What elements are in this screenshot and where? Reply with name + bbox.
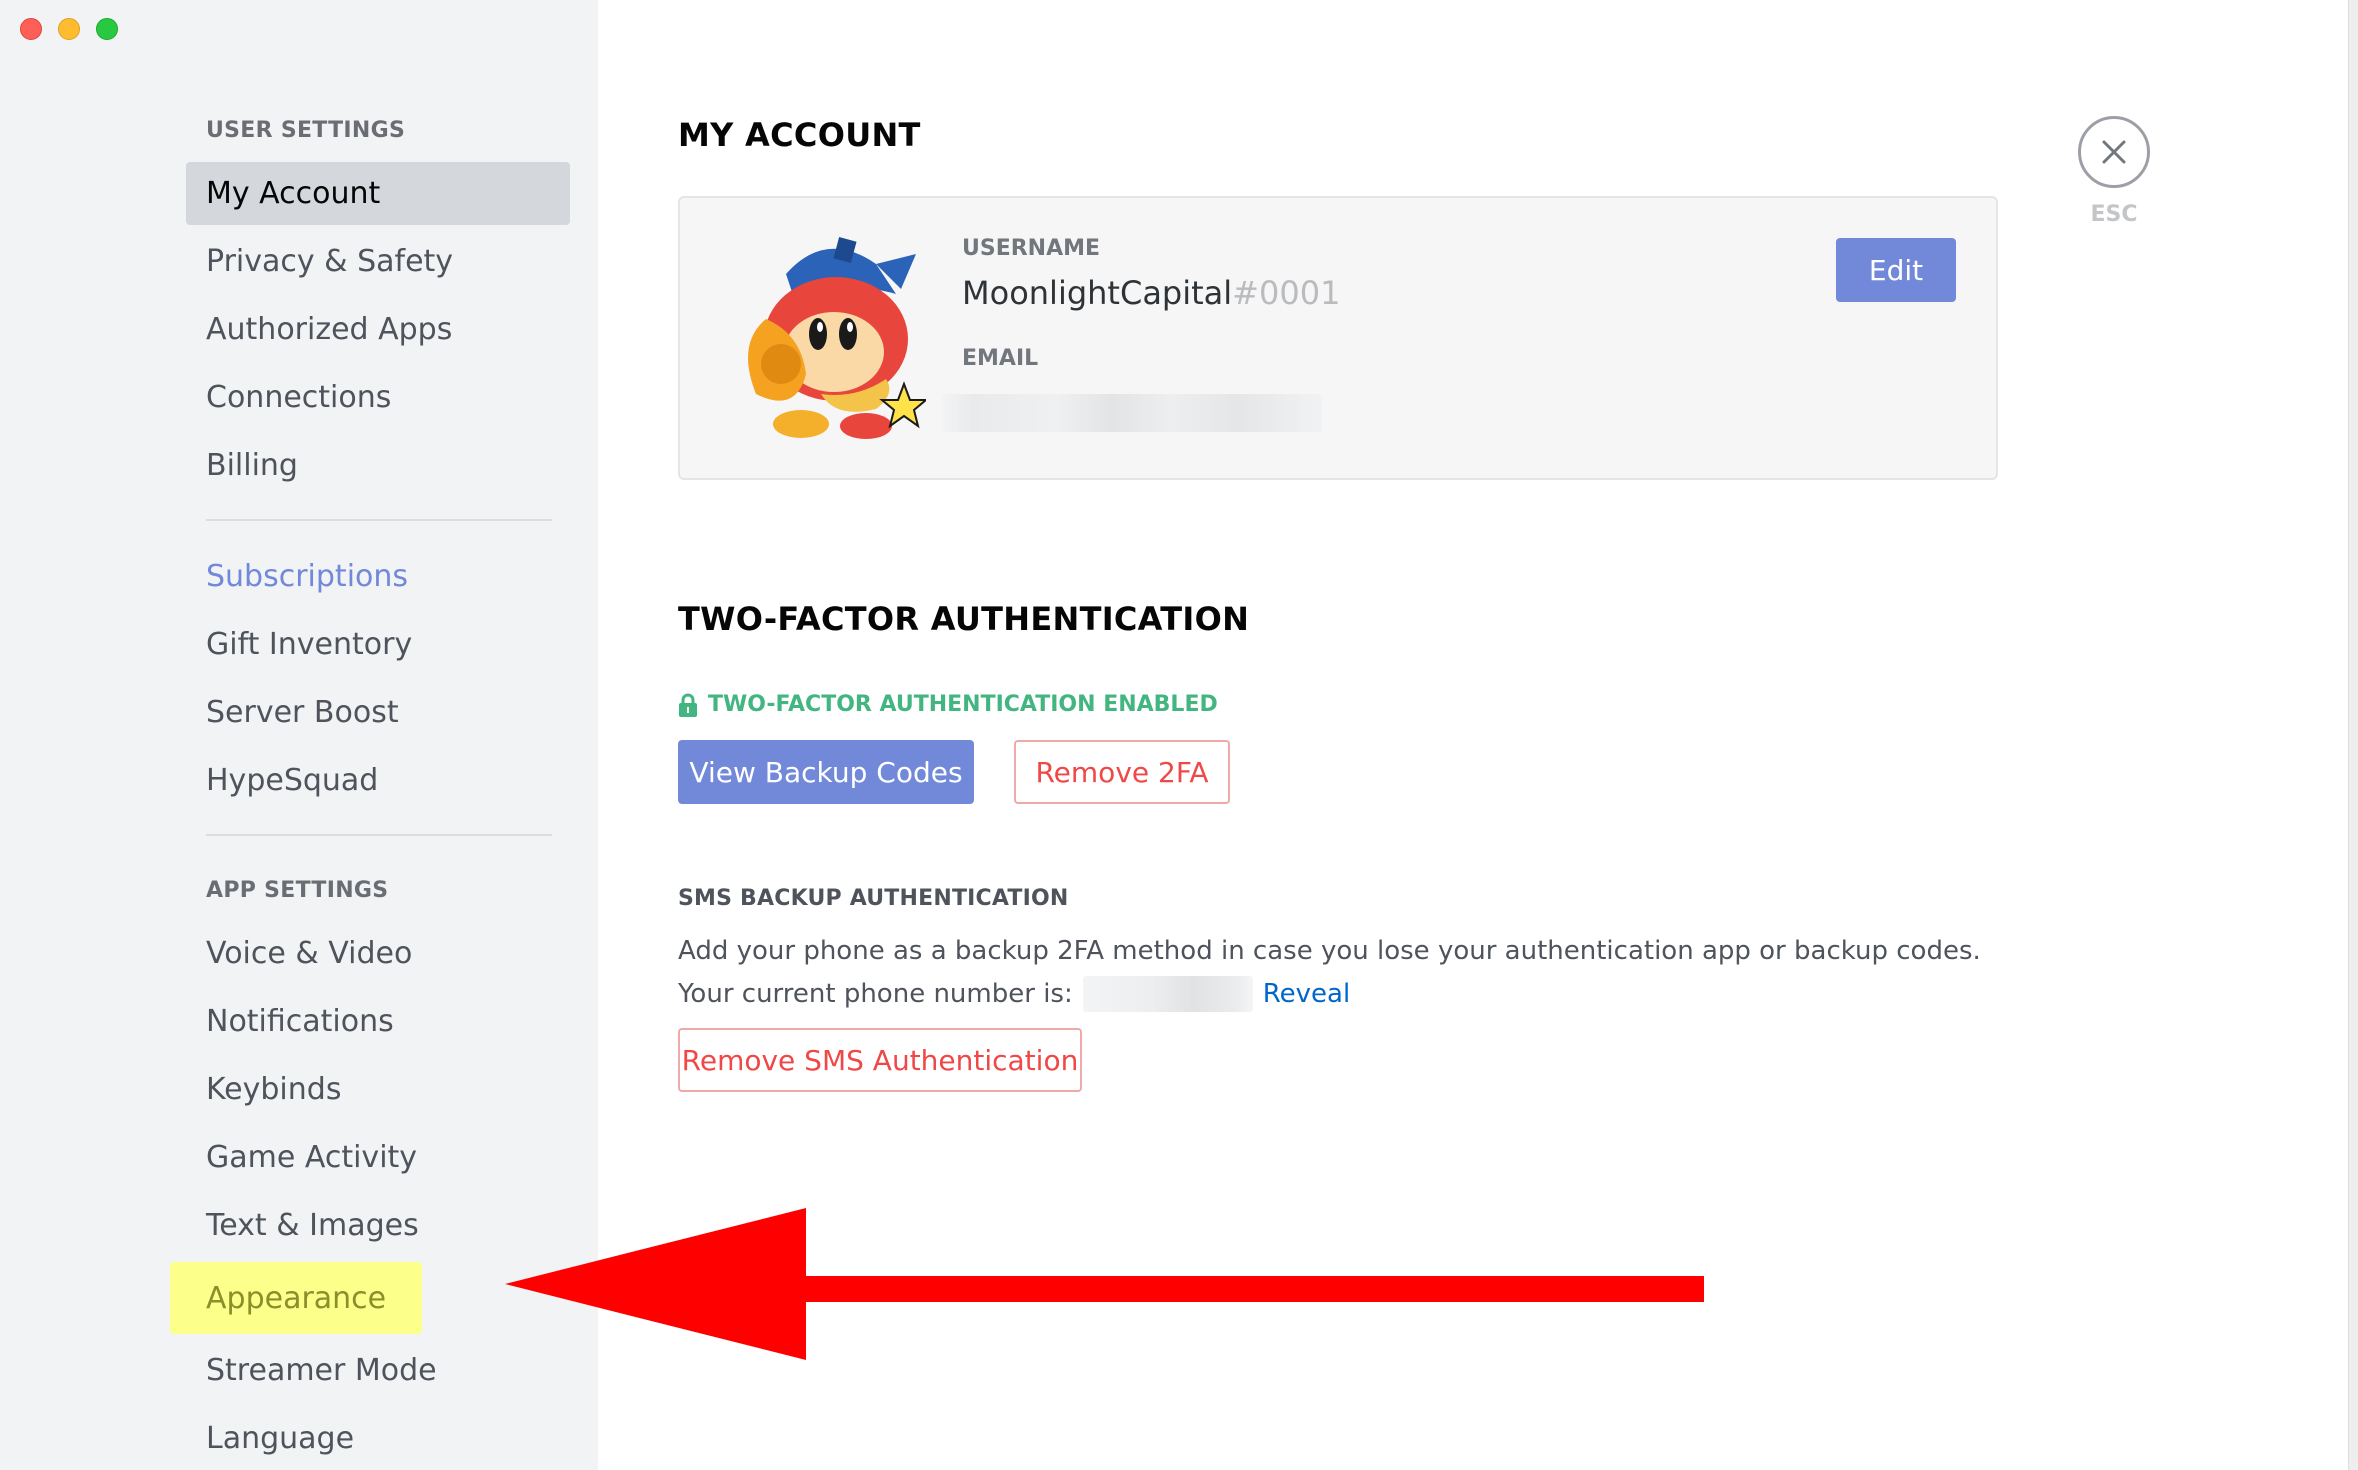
- remove-2fa-button[interactable]: Remove 2FA: [1014, 740, 1230, 804]
- my-account-title: MY ACCOUNT: [678, 116, 921, 154]
- sidebar-item-my-account[interactable]: My Account: [186, 162, 570, 225]
- email-value-redacted: [942, 394, 1322, 432]
- remove-sms-button[interactable]: Remove SMS Authentication: [678, 1028, 1082, 1092]
- sms-backup-title: SMS BACKUP AUTHENTICATION: [678, 886, 1069, 911]
- sidebar-divider: [206, 519, 552, 521]
- sidebar-item-voice-video[interactable]: Voice & Video: [186, 922, 570, 985]
- sidebar-item-notifications[interactable]: Notifications: [186, 990, 570, 1053]
- sidebar-item-subscriptions[interactable]: Subscriptions: [186, 545, 570, 608]
- window-minimize-button[interactable]: [58, 18, 80, 40]
- phone-number-label: Your current phone number is:: [678, 979, 1073, 1009]
- phone-number-redacted: [1082, 976, 1253, 1012]
- sidebar-divider: [206, 834, 552, 836]
- sidebar-item-game-activity[interactable]: Game Activity: [186, 1126, 570, 1189]
- settings-content: MY ACCOUNT USERNAME MoonlightCapital#000…: [678, 0, 1998, 1470]
- view-backup-codes-button[interactable]: View Backup Codes: [678, 740, 974, 804]
- sidebar-item-hypesquad[interactable]: HypeSquad: [186, 749, 570, 812]
- sidebar-item-appearance[interactable]: Appearance: [170, 1262, 422, 1334]
- sidebar-item-streamer-mode[interactable]: Streamer Mode: [186, 1339, 570, 1402]
- sidebar-item-text-images[interactable]: Text & Images: [186, 1194, 570, 1257]
- username-label: USERNAME: [962, 236, 1101, 261]
- close-button[interactable]: [2078, 116, 2150, 188]
- settings-sidebar: USER SETTINGS My Account Privacy & Safet…: [0, 0, 598, 1470]
- two-factor-status: TWO-FACTOR AUTHENTICATION ENABLED: [678, 692, 1218, 717]
- two-factor-title: TWO-FACTOR AUTHENTICATION: [678, 600, 1250, 638]
- phone-number-row: Your current phone number is: Reveal: [678, 976, 1350, 1012]
- sidebar-item-language[interactable]: Language: [186, 1407, 570, 1470]
- account-card: USERNAME MoonlightCapital#0001 EMAIL Edi…: [678, 196, 1998, 480]
- username-text: MoonlightCapital: [962, 274, 1233, 312]
- window-controls: [20, 18, 118, 40]
- avatar[interactable]: [726, 234, 929, 444]
- close-settings: ESC: [2078, 116, 2150, 227]
- edit-account-button[interactable]: Edit: [1836, 238, 1956, 302]
- username-value: MoonlightCapital#0001: [962, 274, 1340, 312]
- sidebar-item-authorized-apps[interactable]: Authorized Apps: [186, 298, 570, 361]
- sidebar-item-connections[interactable]: Connections: [186, 366, 570, 429]
- app-settings-header: APP SETTINGS: [206, 878, 389, 903]
- sidebar-item-keybinds[interactable]: Keybinds: [186, 1058, 570, 1121]
- sidebar-item-gift-inventory[interactable]: Gift Inventory: [186, 613, 570, 676]
- esc-label: ESC: [2090, 202, 2138, 227]
- window-edge: [2348, 0, 2358, 1470]
- close-icon: [2102, 140, 2126, 164]
- lock-icon: [679, 693, 697, 717]
- user-settings-header: USER SETTINGS: [206, 118, 406, 143]
- window-zoom-button[interactable]: [96, 18, 118, 40]
- username-discriminator: #0001: [1232, 274, 1341, 312]
- settings-nav: USER SETTINGS My Account Privacy & Safet…: [170, 100, 570, 1470]
- email-label: EMAIL: [962, 346, 1039, 371]
- sms-description: Add your phone as a backup 2FA method in…: [678, 936, 1981, 966]
- two-factor-enabled-text: TWO-FACTOR AUTHENTICATION ENABLED: [708, 692, 1218, 717]
- window-close-button[interactable]: [20, 18, 42, 40]
- reveal-phone-link[interactable]: Reveal: [1263, 979, 1350, 1009]
- sidebar-item-server-boost[interactable]: Server Boost: [186, 681, 570, 744]
- sidebar-item-privacy-safety[interactable]: Privacy & Safety: [186, 230, 570, 293]
- sidebar-item-billing[interactable]: Billing: [186, 434, 570, 497]
